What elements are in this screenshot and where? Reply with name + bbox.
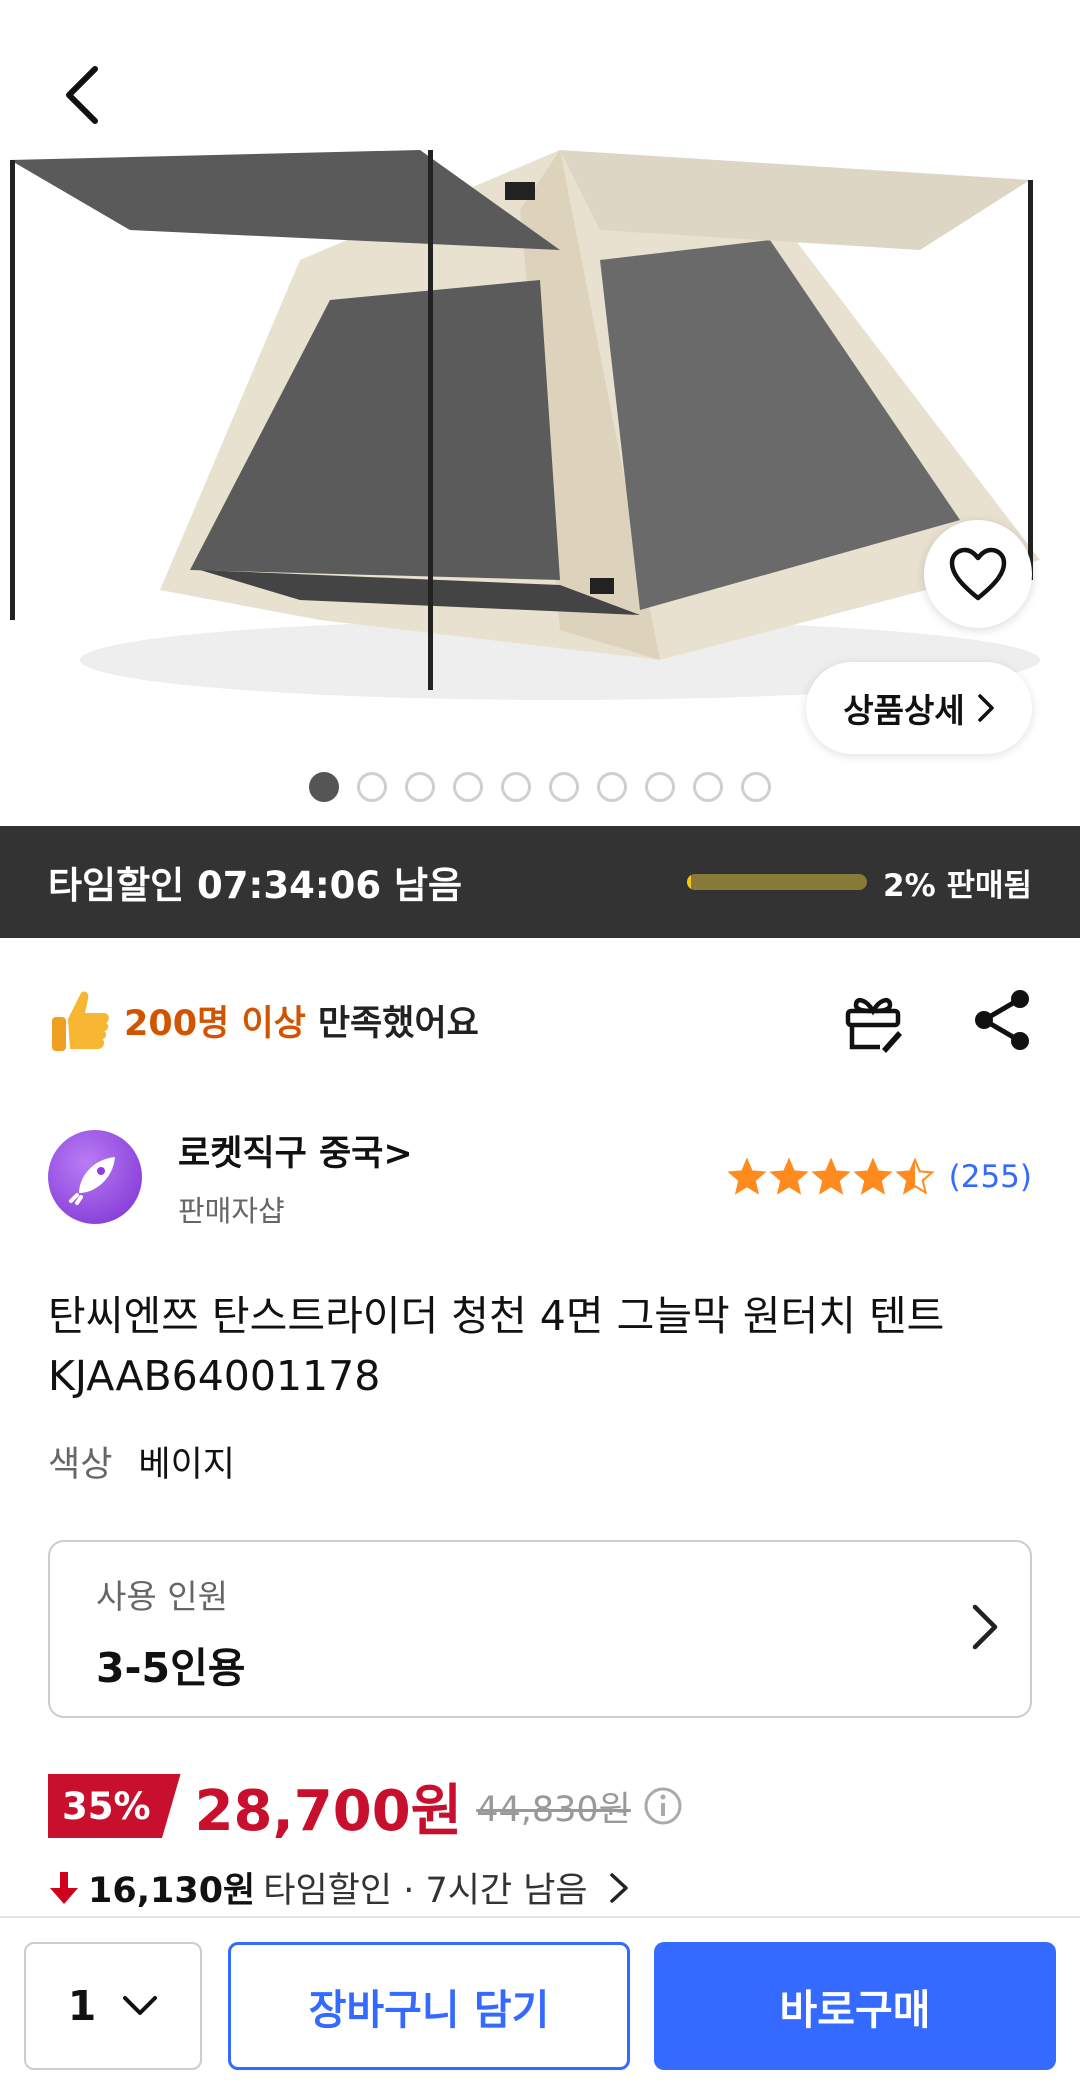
color-label: 색상 (48, 1445, 113, 1485)
carousel-dot[interactable] (645, 772, 675, 802)
quantity-value: 1 (67, 1982, 97, 2030)
rating-star (853, 1157, 893, 1195)
rating-star (727, 1157, 767, 1195)
seller-name[interactable]: 로켓직구 중국> (178, 1125, 413, 1176)
carousel-dot[interactable] (453, 772, 483, 802)
chevron-down-icon (123, 1996, 158, 2015)
heart-icon (949, 547, 1007, 601)
price-row: 35% 28,700원 44,830원 (48, 1772, 683, 1844)
chevron-left-icon (66, 66, 98, 124)
color-option: 색상 베이지 (48, 1436, 235, 1487)
carousel-dot[interactable] (405, 772, 435, 802)
time-sale-countdown: 타임할인 07:34:06 남음 (48, 864, 463, 907)
buy-now-button[interactable]: 바로구매 (654, 1942, 1056, 2070)
gift-icon[interactable] (838, 985, 908, 1055)
rating-star (769, 1157, 809, 1195)
chevron-right-icon (977, 694, 994, 722)
wishlist-button[interactable] (924, 520, 1032, 628)
seller-row[interactable]: 로켓직구 중국> 판매자샵 (255) (48, 1122, 1032, 1232)
rating-star (895, 1157, 935, 1195)
seller-shop-label: 판매자샵 (178, 1193, 285, 1228)
chevron-right-icon (609, 1872, 628, 1903)
product-image-carousel[interactable]: 상품상세 (0, 0, 1080, 826)
rocket-icon (69, 1157, 115, 1205)
discount-badge: 35% (48, 1774, 181, 1838)
thumbs-up-icon (52, 991, 109, 1051)
share-icon[interactable] (968, 985, 1038, 1055)
chevron-right-icon (972, 1604, 998, 1650)
product-detail-button[interactable]: 상품상세 (806, 662, 1032, 754)
sold-progress-fill (687, 874, 691, 890)
product-title: 탄씨엔쯔 탄스트라이더 청천 4면 그늘막 원터치 텐트 KJAAB640011… (48, 1292, 945, 1400)
satisfaction-text: 만족했어요 (317, 1003, 479, 1044)
carousel-dots (0, 772, 1080, 802)
bottom-action-bar: 1 장바구니 담기 바로구매 (0, 1916, 1080, 2094)
satisfaction-row: 200명 이상 만족했어요 (48, 980, 1038, 1060)
carousel-dot[interactable] (501, 772, 531, 802)
discount-text: 타임할인 · 7시간 남음 (263, 1871, 588, 1911)
carousel-dot[interactable] (597, 772, 627, 802)
color-value: 베이지 (138, 1445, 236, 1485)
info-icon[interactable] (643, 1786, 683, 1826)
sold-progress-bar (687, 874, 868, 890)
back-button[interactable] (48, 60, 118, 130)
time-sale-bar: 타임할인 07:34:06 남음 2% 판매됨 (0, 826, 1080, 938)
review-count[interactable]: (255) (949, 1159, 1032, 1195)
sale-price: 28,700원 (194, 1778, 463, 1844)
rating-star (811, 1157, 851, 1195)
rating[interactable]: (255) (727, 1157, 1032, 1197)
seller-avatar (48, 1130, 142, 1224)
add-to-cart-button[interactable]: 장바구니 담기 (228, 1942, 630, 2070)
carousel-dot[interactable] (309, 772, 339, 802)
capacity-label: 사용 인원 (96, 1577, 228, 1616)
carousel-dot[interactable] (549, 772, 579, 802)
star-rating-icon (727, 1157, 935, 1195)
capacity-option-selector[interactable]: 사용 인원 3-5인용 (48, 1540, 1032, 1718)
discount-info-row[interactable]: 16,130원 타임할인 · 7시간 남음 (48, 1862, 630, 1913)
sold-text: 2% 판매됨 (883, 867, 1032, 904)
quantity-selector[interactable]: 1 (24, 1942, 202, 2070)
original-price: 44,830원 (476, 1789, 631, 1830)
carousel-dot[interactable] (693, 772, 723, 802)
carousel-dot[interactable] (741, 772, 771, 802)
arrow-down-icon (50, 1871, 78, 1904)
carousel-dot[interactable] (357, 772, 387, 802)
capacity-value: 3-5인용 (96, 1644, 246, 1692)
satisfaction-count: 200명 이상 (124, 1003, 306, 1044)
product-detail-label: 상품상세 (843, 691, 965, 730)
discount-amount: 16,130원 (88, 1871, 256, 1911)
